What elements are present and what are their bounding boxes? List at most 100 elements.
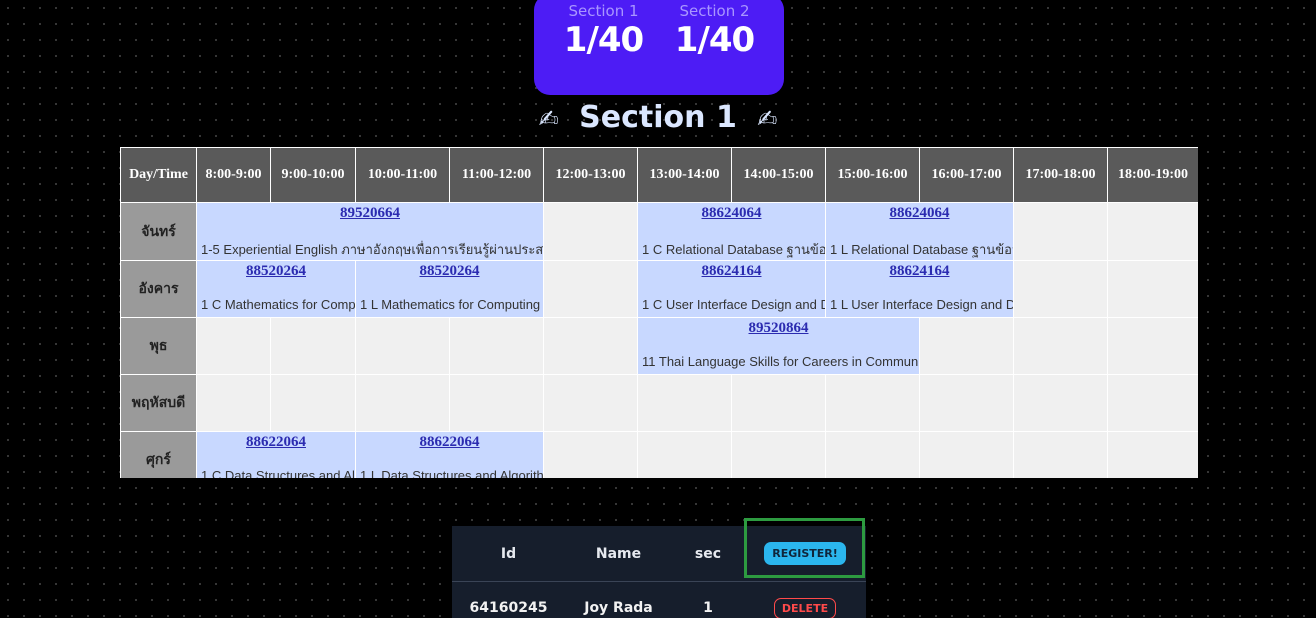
course-code-link[interactable]: 89520864 <box>639 320 919 337</box>
course-description: 1 L Relational Database ฐานข้อมูลเชิงสัม… <box>830 242 1013 257</box>
writing-hand-icon: ✍ <box>757 105 778 133</box>
section-counter-card: Section 1 1/40 Section 2 1/40 <box>534 0 784 95</box>
day-label-friday: ศุกร์ <box>120 431 197 478</box>
empty-slot <box>543 431 638 478</box>
empty-slot <box>731 374 826 432</box>
course-code-link[interactable]: 88624064 <box>639 205 825 222</box>
header-time-slot: 16:00-17:00 <box>919 147 1014 203</box>
course-code-link[interactable]: 88624164 <box>827 263 1013 280</box>
course-cell: 88624064 1 L Relational Database ฐานข้อม… <box>825 202 1014 261</box>
course-code-link[interactable]: 88624064 <box>827 205 1013 222</box>
timetable-row-tuesday: อังคาร 88520264 1 C Mathematics for Comp… <box>120 260 1198 318</box>
day-label-wednesday: พุธ <box>120 317 197 375</box>
empty-slot <box>1013 317 1108 375</box>
student-name: Joy Rada <box>584 600 653 616</box>
timetable-grid: Day/Time 8:00-9:00 9:00-10:00 10:00-11:0… <box>120 147 1198 478</box>
section-1-counter: Section 1 1/40 <box>563 0 644 95</box>
empty-slot <box>825 374 920 432</box>
section-1-value: 1/40 <box>563 20 644 60</box>
course-description: 1 L User Interface Design and Developmen… <box>830 297 1013 312</box>
empty-slot <box>919 374 1014 432</box>
empty-slot <box>1107 202 1198 261</box>
header-time-slot: 18:00-19:00 <box>1107 147 1198 203</box>
empty-slot <box>1107 317 1198 375</box>
course-cell: 89520864 11 Thai Language Skills for Car… <box>637 317 920 375</box>
course-description: 1 C Relational Database ฐานข้อมูลเชิงสัม… <box>642 242 825 257</box>
delete-button[interactable]: DELETE <box>773 597 837 618</box>
timetable-row-monday: จันทร์ 89520664 1-5 Experiential English… <box>120 202 1198 261</box>
course-code-link[interactable]: 88624164 <box>639 263 825 280</box>
day-label-thursday: พฤหัสบดี <box>120 374 197 432</box>
course-description: 1-5 Experiential English ภาษาอังกฤษเพื่อ… <box>201 242 543 257</box>
empty-slot <box>543 202 638 261</box>
section-title: Section 1 <box>579 100 737 135</box>
header-time-slot: 8:00-9:00 <box>196 147 271 203</box>
empty-slot <box>543 317 638 375</box>
course-cell: 88624164 1 C User Interface Design and D… <box>637 260 826 318</box>
course-cell: 88520264 1 C Mathematics for Computing <box>196 260 356 318</box>
course-description: 1 L Mathematics for Computing <box>360 297 541 312</box>
course-description: 1 C Mathematics for Computing <box>201 297 355 312</box>
timetable-header-row: Day/Time 8:00-9:00 9:00-10:00 10:00-11:0… <box>120 147 1198 203</box>
empty-slot <box>449 374 544 432</box>
empty-slot <box>1013 202 1108 261</box>
course-code-link[interactable]: 88622064 <box>198 434 355 451</box>
course-code-link[interactable]: 89520664 <box>198 205 543 222</box>
header-time-slot: 11:00-12:00 <box>449 147 544 203</box>
header-name: Name <box>595 545 642 562</box>
empty-slot <box>919 317 1014 375</box>
course-description: 11 Thai Language Skills for Careers in C… <box>642 354 919 369</box>
timetable-row-wednesday: พุธ 89520864 11 Thai Language Skills for… <box>120 317 1198 375</box>
header-time-slot: 12:00-13:00 <box>543 147 638 203</box>
header-action: REGISTER! <box>744 542 866 565</box>
empty-slot <box>919 431 1014 478</box>
register-button[interactable]: REGISTER! <box>764 542 846 565</box>
empty-slot <box>637 431 732 478</box>
section-2-value: 1/40 <box>674 20 755 60</box>
course-cell: 88622064 1 C Data Structures and Algorit… <box>196 431 356 478</box>
header-time-slot: 15:00-16:00 <box>825 147 920 203</box>
day-label-monday: จันทร์ <box>120 202 197 261</box>
header-time-slot: 10:00-11:00 <box>355 147 450 203</box>
empty-slot <box>1013 431 1108 478</box>
timetable: Day/Time 8:00-9:00 9:00-10:00 10:00-11:0… <box>120 147 1198 478</box>
empty-slot <box>1013 260 1108 318</box>
empty-slot <box>1107 374 1198 432</box>
writing-hand-icon: ✍ <box>538 105 559 133</box>
empty-slot <box>355 374 450 432</box>
student-sec: 1 <box>703 600 713 616</box>
header-id: Id <box>500 545 517 562</box>
table-row: 64160245 Joy Rada 1 DELETE <box>452 582 866 618</box>
course-cell: 88622064 1 L Data Structures and Algorit… <box>355 431 544 478</box>
course-code-link[interactable]: 88622064 <box>357 434 543 451</box>
section-2-counter: Section 2 1/40 <box>674 0 755 95</box>
empty-slot <box>449 317 544 375</box>
section-2-label: Section 2 <box>679 2 750 20</box>
empty-slot <box>196 374 271 432</box>
registration-table: Id Name sec REGISTER! 64160245 Joy Rada … <box>452 526 866 618</box>
section-heading: ✍ Section 1 ✍ <box>0 100 1316 135</box>
empty-slot <box>543 260 638 318</box>
empty-slot <box>1107 260 1198 318</box>
empty-slot <box>543 374 638 432</box>
course-description: 1 L Data Structures and Algorithms <box>360 468 543 478</box>
course-cell: 88624064 1 C Relational Database ฐานข้อม… <box>637 202 826 261</box>
empty-slot <box>355 317 450 375</box>
section-1-label: Section 1 <box>568 2 639 20</box>
timetable-row-friday: ศุกร์ 88622064 1 C Data Structures and A… <box>120 431 1198 478</box>
course-code-link[interactable]: 88520264 <box>357 263 543 280</box>
row-action: DELETE <box>744 597 866 618</box>
course-cell: 88624164 1 L User Interface Design and D… <box>825 260 1014 318</box>
empty-slot <box>1013 374 1108 432</box>
header-time-slot: 17:00-18:00 <box>1013 147 1108 203</box>
header-time-slot: 14:00-15:00 <box>731 147 826 203</box>
registration-header-row: Id Name sec REGISTER! <box>452 526 866 582</box>
timetable-row-thursday: พฤหัสบดี <box>120 374 1198 432</box>
course-cell: 88520264 1 L Mathematics for Computing <box>355 260 544 318</box>
student-id: 64160245 <box>469 600 548 616</box>
course-code-link[interactable]: 88520264 <box>198 263 355 280</box>
day-label-tuesday: อังคาร <box>120 260 197 318</box>
course-description: 1 C User Interface Design and Developmen… <box>642 297 825 312</box>
header-day-time: Day/Time <box>120 147 197 203</box>
empty-slot <box>270 374 356 432</box>
